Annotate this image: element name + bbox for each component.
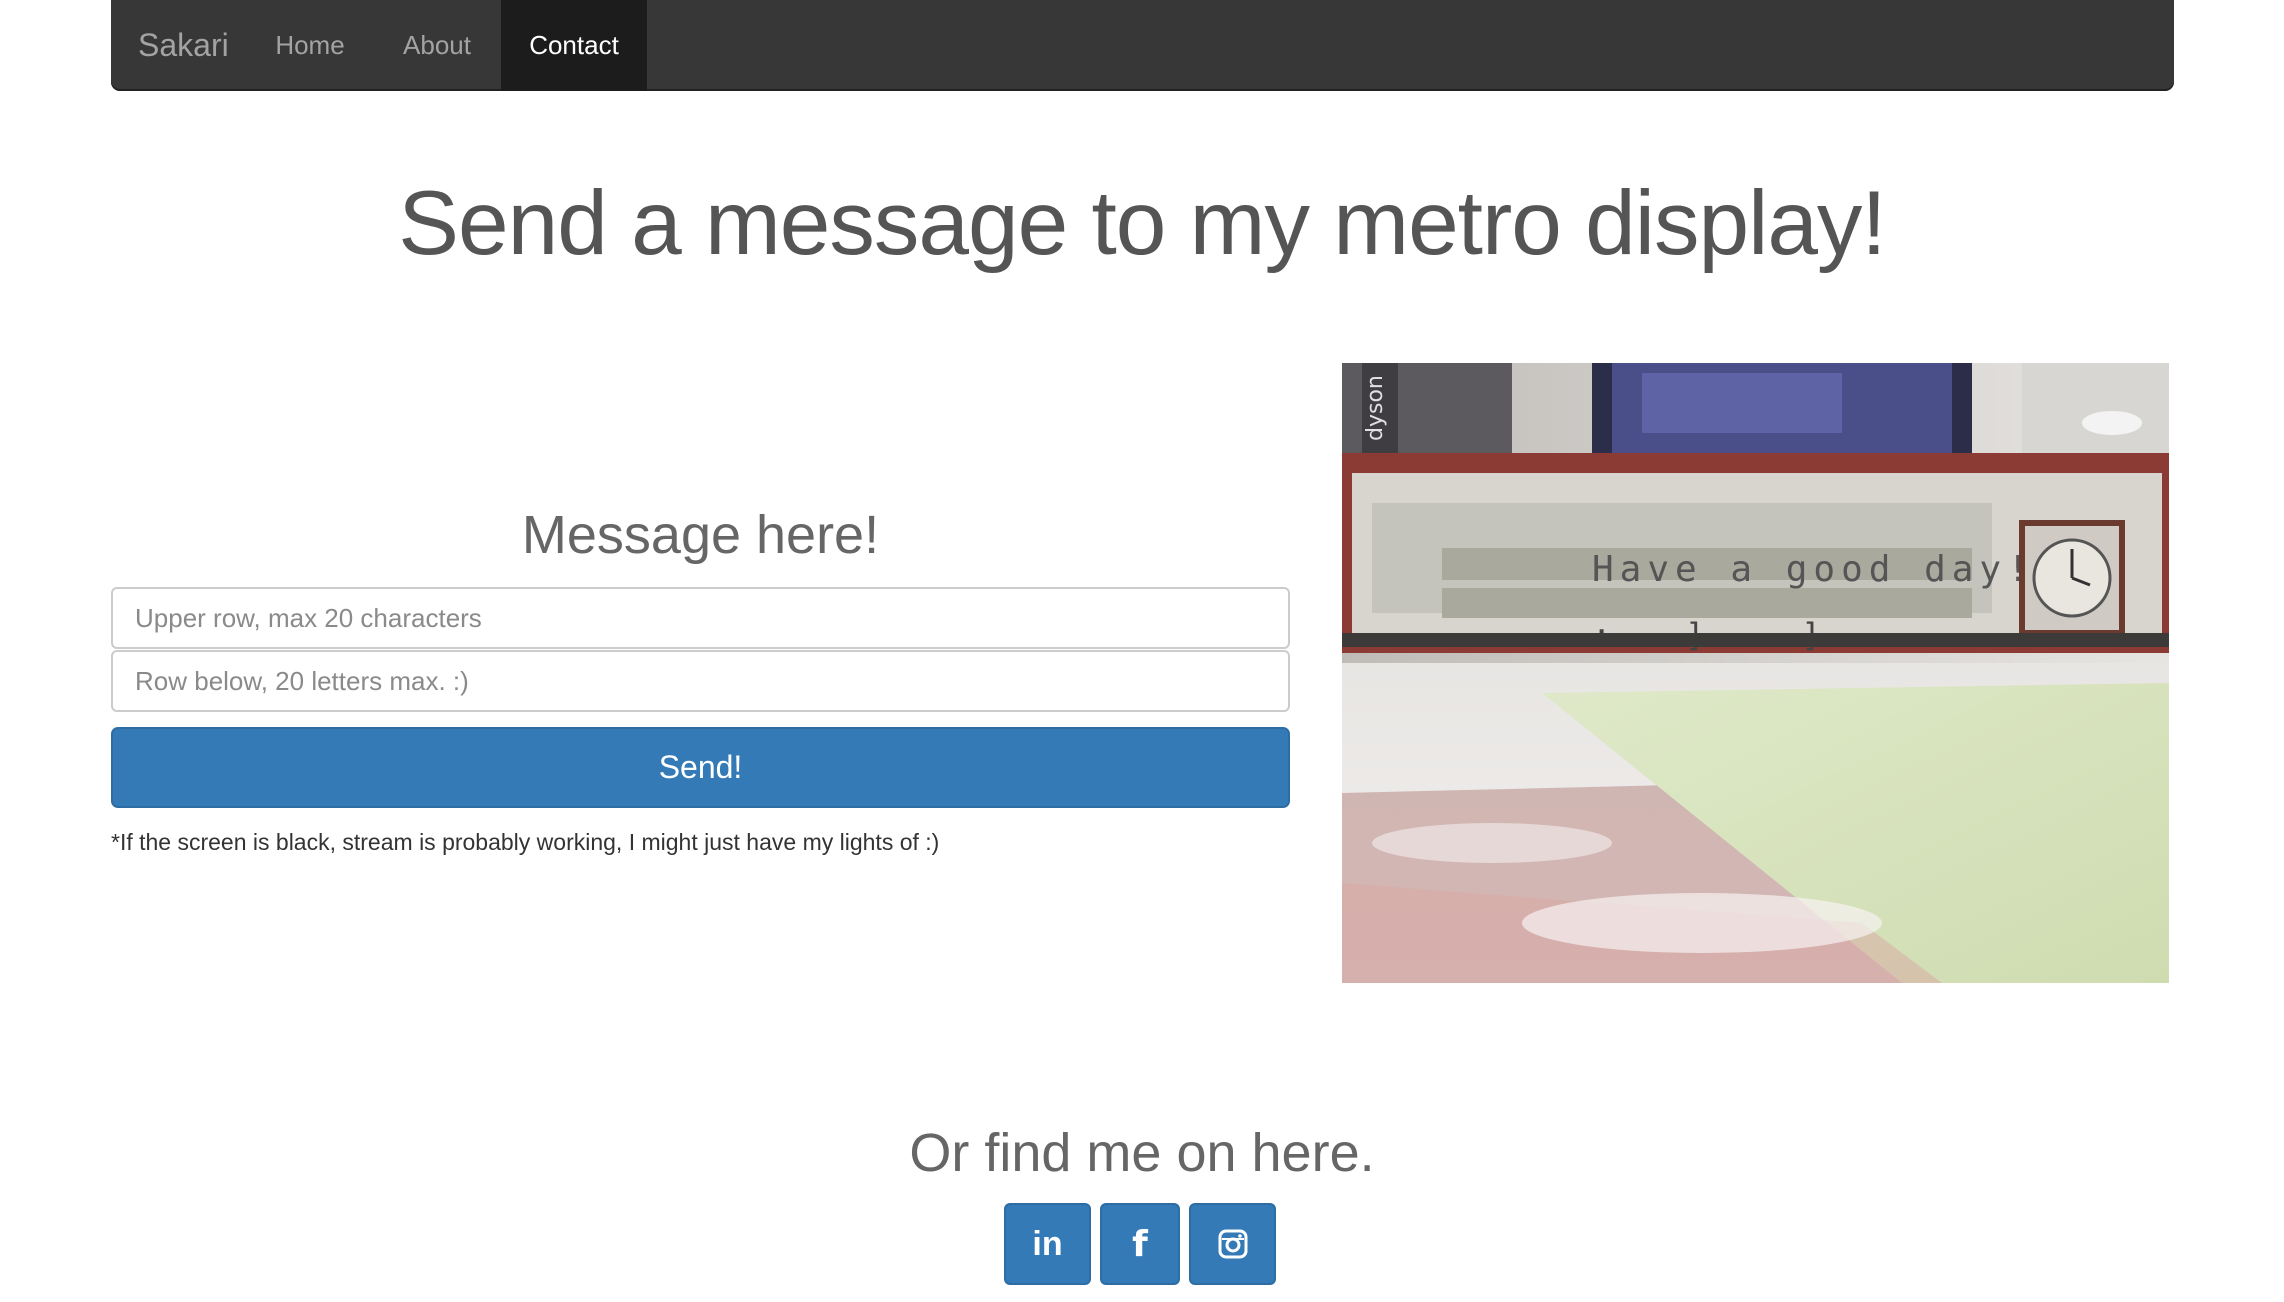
webcam-stream: dyson Have a good day!! :---] ---] (1342, 363, 2169, 983)
lower-row-input[interactable] (111, 650, 1290, 712)
message-form-title: Message here! (521, 505, 880, 565)
linkedin-button[interactable]: in (1004, 1203, 1091, 1285)
display-row-1: Have a good day!! (1592, 549, 2062, 590)
brand-link[interactable]: Sakari (138, 0, 229, 91)
page-title: Send a message to my metro display! (398, 173, 1886, 274)
send-button[interactable]: Send! (111, 727, 1290, 808)
stream-image: dyson Have a good day!! :---] ---] (1342, 363, 2169, 983)
instagram-button[interactable] (1189, 1203, 1276, 1285)
dyson-label: dyson (1363, 375, 1388, 441)
facebook-icon: f (1132, 1223, 1148, 1265)
upper-row-input[interactable] (111, 587, 1290, 649)
linkedin-icon: in (1032, 1224, 1063, 1263)
nav-item-about[interactable]: About (387, 0, 487, 91)
social-section-title: Or find me on here. (909, 1123, 1375, 1183)
instagram-icon (1218, 1229, 1248, 1259)
nav-item-home[interactable]: Home (264, 0, 356, 91)
top-navbar: Sakari Home About Contact (111, 0, 2174, 91)
facebook-button[interactable]: f (1100, 1203, 1180, 1285)
stream-note: *If the screen is black, stream is proba… (111, 829, 940, 855)
nav-item-contact[interactable]: Contact (501, 0, 647, 91)
